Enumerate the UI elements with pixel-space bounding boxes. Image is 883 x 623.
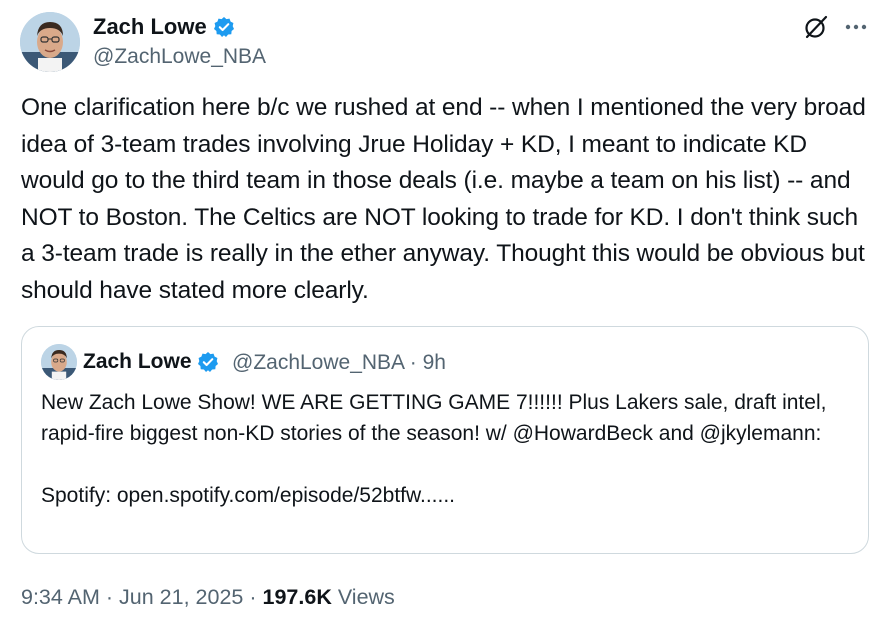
verified-badge-icon (213, 17, 234, 37)
author-name[interactable]: Zach Lowe (93, 14, 235, 40)
tweet-footer: 9:34 AM · Jun 21, 2025 · 197.6K Views (21, 584, 395, 610)
avatar-portrait (20, 12, 80, 72)
quote-author-name[interactable]: Zach Lowe (83, 349, 219, 375)
quote-handle[interactable]: @ZachLowe_NBA (232, 351, 404, 374)
author-name-text: Zach Lowe (93, 14, 207, 39)
quote-meta: @ZachLowe_NBA · 9h (232, 350, 446, 376)
quote-avatar-portrait (41, 344, 77, 380)
tweet-time[interactable]: 9:34 AM (21, 585, 100, 609)
quote-text-paragraph: New Zach Lowe Show! WE ARE GETTING GAME … (41, 391, 827, 445)
more-icon[interactable] (843, 14, 869, 40)
quote-author-name-text: Zach Lowe (83, 350, 192, 373)
footer-separator: · (249, 585, 257, 609)
views-count: 197.6K (262, 585, 332, 609)
views-label: Views (337, 585, 395, 609)
tweet-text: One clarification here b/c we rushed at … (21, 94, 866, 304)
quote-avatar[interactable] (41, 344, 77, 380)
tweet-date[interactable]: Jun 21, 2025 (119, 585, 243, 609)
quote-text-link-paragraph: Spotify: open.spotify.com/episode/52btfw… (41, 484, 456, 507)
author-handle[interactable]: @ZachLowe_NBA (93, 45, 266, 69)
tweet: Zach Lowe @ZachLowe_NBA One clarificatio… (0, 0, 883, 623)
quoted-tweet[interactable]: Zach Lowe @ZachLowe_NBA · 9h New Zach Lo… (21, 326, 869, 554)
quote-separator: · (409, 351, 417, 374)
grok-icon[interactable] (803, 14, 829, 40)
footer-separator: · (105, 585, 114, 609)
avatar[interactable] (20, 12, 80, 72)
quote-text: New Zach Lowe Show! WE ARE GETTING GAME … (41, 387, 851, 511)
verified-badge-icon (197, 352, 218, 372)
quote-age[interactable]: 9h (423, 351, 446, 374)
